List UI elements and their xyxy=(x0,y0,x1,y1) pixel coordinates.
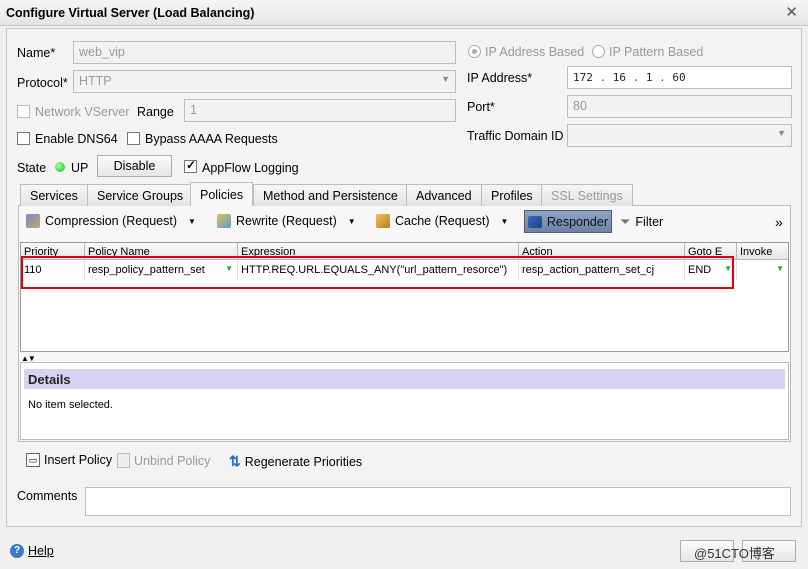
filter-button[interactable]: ⏷ Filter xyxy=(620,214,663,230)
window-title: Configure Virtual Server (Load Balancing… xyxy=(6,6,255,20)
cache-icon xyxy=(376,214,390,228)
tab-policies[interactable]: Policies xyxy=(190,182,254,206)
responder-button[interactable]: Responder xyxy=(524,210,612,233)
ip-address-input[interactable]: 172 . 16 . 1 . 60 xyxy=(567,66,792,89)
port-label: Port* xyxy=(467,100,495,114)
chevron-down-icon: ▼ xyxy=(347,216,356,226)
cache-label: Cache (Request) xyxy=(395,214,490,228)
details-message: No item selected. xyxy=(28,399,113,411)
tab-advanced[interactable]: Advanced xyxy=(406,184,482,206)
network-vserver-checkbox[interactable] xyxy=(17,105,30,118)
cache-menu[interactable]: Cache (Request) ▼ xyxy=(376,214,508,228)
traffic-domain-select[interactable]: ▼ xyxy=(567,124,792,147)
bypass-aaaa-checkbox[interactable] xyxy=(127,132,140,145)
tab-service-groups[interactable]: Service Groups xyxy=(87,184,194,206)
protocol-value: HTTP xyxy=(79,74,112,88)
title-bar: Configure Virtual Server (Load Balancing… xyxy=(0,0,808,26)
comments-label: Comments xyxy=(17,489,78,503)
ip-address-based-radio[interactable] xyxy=(468,45,481,58)
rewrite-menu[interactable]: Rewrite (Request) ▼ xyxy=(217,214,356,228)
help-link[interactable]: ? Help xyxy=(10,544,54,558)
dropdown-icon[interactable]: ▼ xyxy=(776,264,784,273)
range-label: Range xyxy=(137,105,174,119)
regenerate-icon: ⇅ xyxy=(229,453,241,469)
ip-octet-3: 1 xyxy=(645,71,653,84)
close-icon[interactable]: ✕ xyxy=(785,3,798,21)
appflow-label: AppFlow Logging xyxy=(202,161,299,175)
responder-icon xyxy=(528,215,542,228)
filter-icon: ⏷ xyxy=(620,214,631,229)
enable-dns64-checkbox[interactable] xyxy=(17,132,30,145)
ip-octet-2: 16 xyxy=(612,71,626,84)
tab-ssl-settings[interactable]: SSL Settings xyxy=(541,184,633,206)
unbind-policy-label: Unbind Policy xyxy=(134,453,211,468)
watermark: @51CTO博客 xyxy=(694,546,775,561)
help-label: Help xyxy=(28,544,54,558)
tab-profiles[interactable]: Profiles xyxy=(481,184,543,206)
disable-button[interactable]: Disable xyxy=(97,155,172,177)
ip-address-label: IP Address* xyxy=(467,71,533,85)
compression-menu[interactable]: Compression (Request) ▼ xyxy=(26,214,196,228)
cell-invoke[interactable]: ▼ xyxy=(737,261,788,280)
insert-policy-label: Insert Policy xyxy=(44,453,113,467)
ip-address-based-label: IP Address Based xyxy=(485,45,585,59)
tab-services[interactable]: Services xyxy=(20,184,88,206)
ip-pattern-based-label: IP Pattern Based xyxy=(609,45,704,59)
chevron-down-icon: ▼ xyxy=(188,216,196,226)
help-icon: ? xyxy=(10,544,24,558)
details-header: Details xyxy=(24,369,785,389)
tab-method-persistence[interactable]: Method and Persistence xyxy=(253,184,408,206)
status-up-icon xyxy=(55,162,65,172)
unbind-policy-button[interactable]: Unbind Policy xyxy=(117,453,210,468)
unbind-icon xyxy=(117,453,130,468)
check-icon: ✓ xyxy=(186,158,197,172)
state-label: State xyxy=(17,161,47,175)
responder-label: Responder xyxy=(546,214,608,229)
ip-pattern-based-radio[interactable] xyxy=(592,45,605,58)
protocol-select[interactable]: HTTP ▼ xyxy=(73,70,456,93)
details-panel: Details No item selected. xyxy=(20,362,789,440)
more-toolbar-button[interactable]: » xyxy=(775,214,783,230)
insert-policy-button[interactable]: ▭ Insert Policy xyxy=(26,453,112,467)
bypass-aaaa-label: Bypass AAAA Requests xyxy=(145,132,278,146)
ip-octet-1: 172 xyxy=(573,71,593,84)
rewrite-label: Rewrite (Request) xyxy=(236,214,337,228)
rewrite-icon xyxy=(217,214,231,228)
chevron-down-icon: ▼ xyxy=(500,216,509,226)
appflow-checkbox[interactable]: ✓ xyxy=(184,158,197,173)
state-value: UP xyxy=(71,161,89,175)
port-input[interactable]: 80 xyxy=(567,95,792,118)
name-label: Name* xyxy=(17,46,56,60)
highlight-annotation xyxy=(21,256,734,289)
network-vserver-label: Network VServer xyxy=(35,105,130,119)
comments-input[interactable] xyxy=(85,487,791,516)
insert-icon: ▭ xyxy=(26,453,40,467)
chevron-down-icon: ▼ xyxy=(441,74,450,84)
protocol-label: Protocol* xyxy=(17,76,68,90)
compression-icon xyxy=(26,214,40,228)
compression-label: Compression (Request) xyxy=(45,214,177,228)
name-input[interactable]: web_vip xyxy=(73,41,456,64)
filter-label: Filter xyxy=(635,215,664,229)
traffic-domain-label: Traffic Domain ID xyxy=(467,129,564,143)
range-input[interactable]: 1 xyxy=(184,99,456,122)
column-header-invoke[interactable]: Invoke xyxy=(737,243,788,260)
enable-dns64-label: Enable DNS64 xyxy=(35,132,118,146)
ip-octet-4: 60 xyxy=(672,71,686,84)
regenerate-label: Regenerate Priorities xyxy=(244,454,363,469)
chevron-down-icon: ▼ xyxy=(777,128,786,138)
regenerate-priorities-button[interactable]: ⇅ Regenerate Priorities xyxy=(229,453,362,470)
